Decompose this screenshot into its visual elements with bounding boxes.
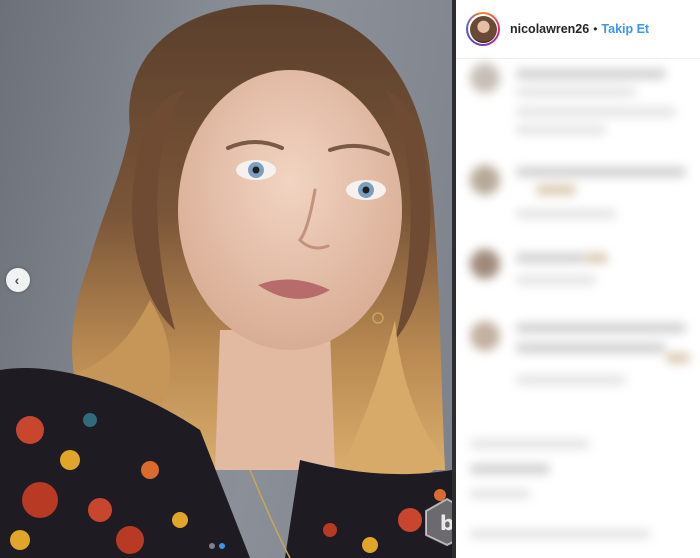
follow-button[interactable]: Takip Et [601, 22, 649, 36]
comment-meta [516, 125, 606, 135]
blurred-comments [456, 59, 700, 558]
separator-dot: • [593, 22, 598, 36]
post-meta [470, 439, 590, 449]
avatar-border [468, 14, 498, 44]
carousel-dot-active [219, 543, 225, 549]
avatar[interactable] [469, 15, 497, 43]
comment-text [516, 87, 636, 97]
face [178, 70, 402, 350]
comment-avatar [470, 249, 500, 279]
right-pupil [362, 186, 370, 194]
portrait-illustration [0, 4, 452, 558]
comment-meta [516, 209, 616, 219]
comment-text [516, 167, 686, 177]
carousel-dot [209, 543, 215, 549]
comment-avatar [470, 165, 500, 195]
neck [215, 330, 335, 470]
comment-meta [516, 275, 596, 285]
chevron-left-icon: ‹ [14, 272, 20, 288]
comment-input [470, 529, 650, 539]
left-pupil [252, 166, 260, 174]
comment-emoji [586, 253, 608, 263]
post-time [470, 489, 530, 499]
username-link[interactable]: nicolawren26 [510, 22, 589, 36]
likes-count [470, 464, 550, 474]
comment-text [516, 343, 666, 353]
post-photo[interactable]: ‹ b [0, 0, 452, 558]
necklace [249, 469, 291, 558]
comment-text [516, 253, 586, 263]
carousel-prev-button[interactable]: ‹ [6, 268, 30, 292]
post-side-panel: nicolawren26 • Takip Et [456, 0, 700, 558]
comment-avatar [470, 63, 500, 93]
comment-text [516, 107, 676, 117]
comment-emoji [536, 185, 576, 195]
watermark-logo: b [424, 497, 452, 551]
comment-emoji [666, 353, 690, 363]
comment-meta [516, 375, 626, 385]
comment-text [516, 323, 686, 333]
story-ring[interactable] [466, 12, 500, 46]
comment-text [516, 69, 666, 79]
svg-text:b: b [440, 511, 452, 535]
post-header: nicolawren26 • Takip Et [456, 0, 700, 59]
carousel-indicator [209, 543, 225, 549]
comment-avatar [470, 321, 500, 351]
